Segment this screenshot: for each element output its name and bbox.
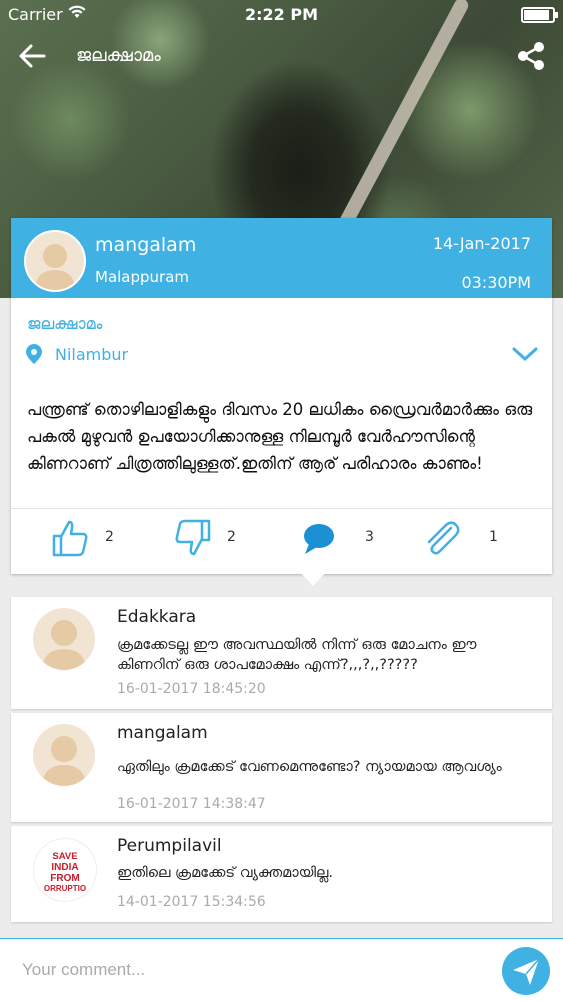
- attachment-count: 1: [489, 529, 498, 545]
- comment-text: ഏതിലും ക്രമക്കേട് വേണമെന്നുണ്ടോ? ന്യായമാ…: [117, 759, 502, 775]
- commenter-name: mangalam: [117, 723, 208, 743]
- comment-date: 14-01-2017 15:34:56: [117, 894, 266, 910]
- share-icon: [518, 42, 544, 70]
- comment-date: 16-01-2017 14:38:47: [117, 796, 266, 812]
- post-location: Nilambur: [55, 345, 129, 364]
- avatar: [33, 724, 95, 786]
- top-bar: ജലക്ഷാമം: [0, 36, 563, 76]
- post-text: പന്ത്രണ്ട് തൊഴിലാളികളും ദിവസം 20 ലധികം ഡ…: [27, 400, 533, 473]
- location-pin-icon: [25, 343, 43, 369]
- comment-item[interactable]: Edakkara ക്രമക്കേടല്ല ഈ അവസ്ഥയിൽ നിന്ന് …: [11, 597, 552, 709]
- expand-button[interactable]: [512, 346, 538, 366]
- comment-date: 16-01-2017 18:45:20: [117, 681, 266, 697]
- post-card: mangalam Malappuram 14-Jan-2017 03:30PM …: [11, 218, 552, 574]
- person-icon: [35, 244, 75, 290]
- person-icon: [42, 620, 86, 670]
- comment-input[interactable]: [20, 955, 484, 985]
- dislike-button[interactable]: 2: [174, 518, 254, 558]
- attachments-button[interactable]: 1: [421, 518, 511, 558]
- comment-text: ഇതിലെ ക്രമക്കേട് വ്യക്തമായില്ല.: [117, 865, 333, 881]
- svg-text:FROM: FROM: [50, 873, 79, 884]
- paperclip-icon: [427, 521, 460, 555]
- send-button[interactable]: [502, 947, 550, 995]
- thumbs-up-icon: [52, 520, 88, 557]
- comment-count: 3: [365, 529, 374, 545]
- comment-item[interactable]: mangalam ഏതിലും ക്രമക്കേട് വേണമെന്നുണ്ടോ…: [11, 713, 552, 822]
- commenter-name: Perumpilavil: [117, 836, 222, 856]
- thumbs-down-icon: [175, 519, 211, 556]
- back-button[interactable]: [14, 38, 50, 74]
- page-title: ജലക്ഷാമം: [76, 45, 161, 66]
- commenter-name: Edakkara: [117, 607, 197, 627]
- post-actions: 2 2 3 1: [11, 510, 552, 572]
- save-india-logo: SAVE INDIA FROM ORRUPTIO: [40, 847, 90, 893]
- like-count: 2: [105, 529, 114, 545]
- battery-icon: [521, 7, 558, 23]
- comment-bubble-icon: [304, 524, 334, 554]
- svg-text:INDIA: INDIA: [51, 862, 78, 873]
- svg-text:ORRUPTIO: ORRUPTIO: [44, 884, 86, 893]
- back-arrow-icon: [19, 44, 46, 68]
- avatar: [24, 230, 86, 292]
- author-place: Malappuram: [95, 268, 190, 286]
- comment-item[interactable]: SAVE INDIA FROM ORRUPTIO Perumpilavil ഇത…: [11, 826, 552, 922]
- status-bar: Carrier 2:22 PM: [0, 0, 563, 30]
- like-button[interactable]: 2: [51, 518, 131, 558]
- author-name[interactable]: mangalam: [95, 234, 196, 256]
- clock: 2:22 PM: [244, 5, 318, 24]
- comment-text: ക്രമക്കേടല്ല ഈ അവസ്ഥയിൽ നിന്ന് ഒരു മോചനം…: [117, 637, 477, 673]
- send-icon: [513, 958, 540, 985]
- chevron-down-icon: [512, 347, 538, 362]
- share-button[interactable]: [513, 38, 549, 74]
- divider: [11, 508, 552, 509]
- person-icon: [42, 736, 86, 786]
- avatar: [33, 608, 95, 670]
- post-category: ജലക്ഷാമം: [27, 314, 103, 333]
- card-pointer: [300, 572, 326, 586]
- avatar: SAVE INDIA FROM ORRUPTIO: [33, 838, 97, 902]
- svg-text:SAVE: SAVE: [52, 851, 77, 862]
- post-date: 14-Jan-2017: [432, 234, 531, 253]
- post-header: mangalam Malappuram 14-Jan-2017 03:30PM: [11, 218, 552, 298]
- post-time: 03:30PM: [461, 273, 531, 292]
- comments-button[interactable]: 3: [301, 518, 381, 558]
- dislike-count: 2: [227, 529, 236, 545]
- comment-composer: [0, 938, 563, 1001]
